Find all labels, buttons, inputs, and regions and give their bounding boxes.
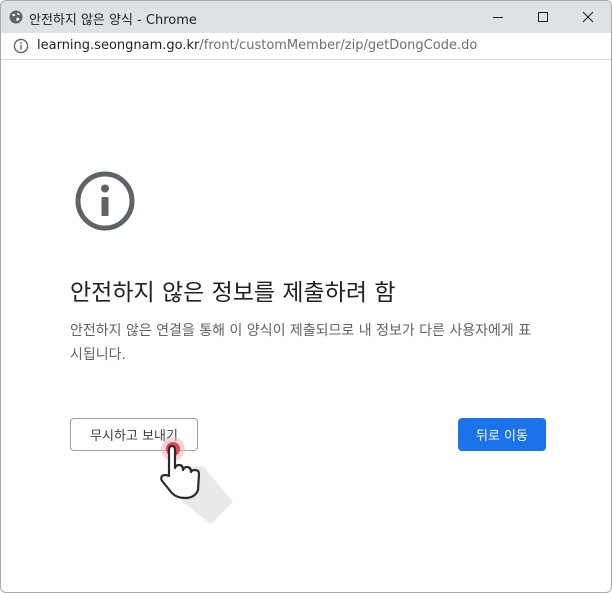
info-circle-icon[interactable] [13, 38, 29, 54]
info-circle-icon [75, 171, 135, 231]
hand-pointer-cursor [160, 437, 233, 524]
address-bar[interactable]: learning.seongnam.go.kr/front/customMemb… [1, 33, 611, 60]
go-back-button[interactable]: 뒤로 이동 [458, 418, 546, 451]
chrome-globe-icon [9, 10, 23, 24]
minimize-button[interactable] [475, 1, 521, 33]
minimize-icon [493, 17, 503, 18]
maximize-button[interactable] [520, 1, 566, 33]
maximize-icon [538, 12, 548, 22]
chrome-popup-window: 안전하지 않은 양식 - Chrome learning.seongnam.go… [0, 0, 612, 593]
page-description: 안전하지 않은 연결을 통해 이 양식이 제출되므로 내 정보가 다른 사용자에… [70, 323, 532, 363]
window-title: 안전하지 않은 양식 - Chrome [29, 13, 197, 28]
url-host: learning.seongnam.go.kr [37, 38, 200, 53]
title-bar[interactable]: 안전하지 않은 양식 - Chrome [1, 1, 611, 33]
url-path: /front/customMember/zip/getDongCode.do [199, 38, 478, 53]
url-text[interactable]: learning.seongnam.go.kr/front/customMemb… [37, 38, 477, 53]
page-heading: 안전하지 않은 정보를 제출하려 함 [70, 280, 396, 306]
close-button[interactable] [565, 1, 611, 33]
close-icon [582, 11, 594, 23]
interstitial-content: 안전하지 않은 정보를 제출하려 함 안전하지 않은 연결을 통해 이 양식이 … [1, 60, 611, 592]
